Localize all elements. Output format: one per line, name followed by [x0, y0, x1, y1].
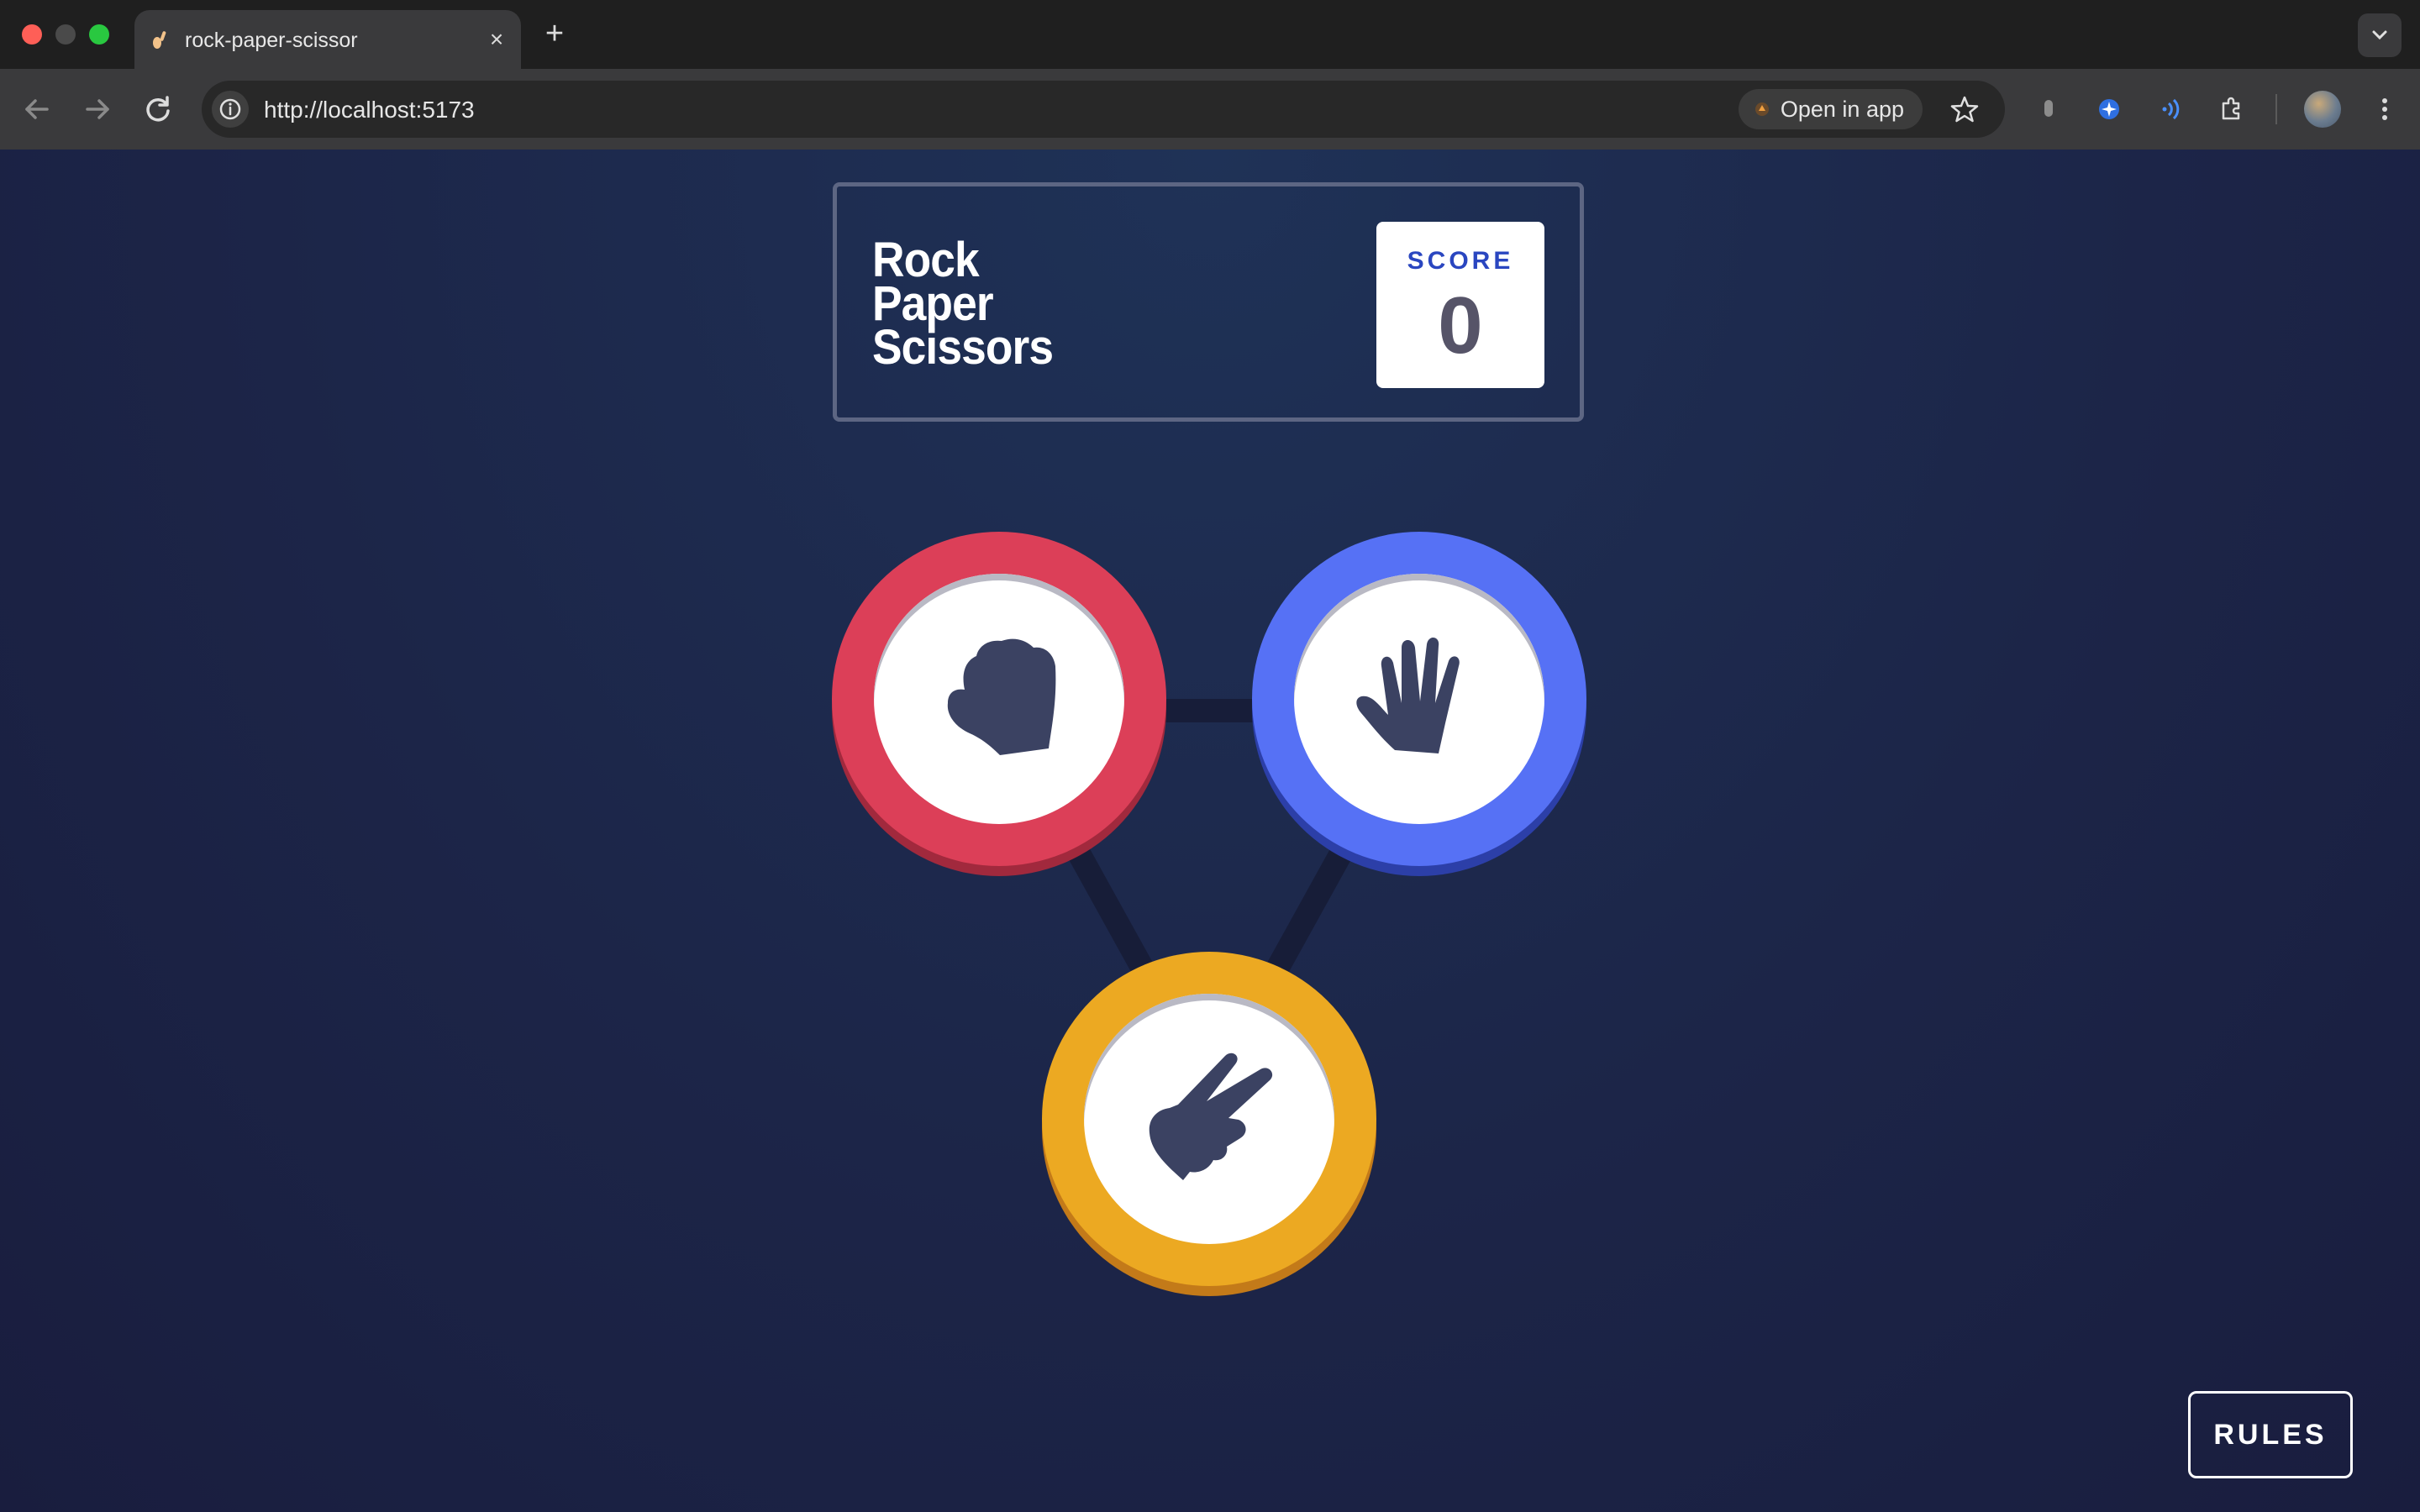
browser-toolbar: http://localhost:5173 Open in app	[0, 69, 2420, 150]
rock-token-button[interactable]	[832, 532, 1166, 866]
app-icon	[1754, 102, 1769, 116]
extension-mouse-icon[interactable]	[2030, 91, 2067, 128]
rules-button[interactable]: RULES	[2188, 1391, 2353, 1478]
favicon-icon	[153, 31, 166, 49]
extension-audio-icon[interactable]	[2153, 91, 2190, 128]
close-tab-icon[interactable]: ×	[484, 27, 509, 52]
back-arrow-icon[interactable]	[17, 89, 57, 129]
forward-arrow-icon[interactable]	[77, 89, 118, 129]
more-menu-icon[interactable]	[2366, 91, 2403, 128]
site-info-icon[interactable]	[212, 91, 249, 128]
toolbar-divider	[2275, 94, 2277, 124]
browser-tab-bar: rock-paper-scissor × +	[0, 0, 2420, 69]
fist-icon	[947, 638, 1056, 755]
tab-search-button[interactable]	[2358, 13, 2402, 57]
triangle-background	[989, 699, 1432, 1102]
address-bar[interactable]: http://localhost:5173 Open in app	[202, 81, 2005, 138]
open-hand-icon	[1356, 637, 1460, 753]
open-in-app-label: Open in app	[1780, 97, 1904, 122]
open-in-app-button[interactable]: Open in app	[1738, 89, 1923, 129]
scissors-token-button[interactable]	[1042, 952, 1376, 1286]
browser-tab[interactable]: rock-paper-scissor ×	[134, 10, 521, 69]
window-minimize-button[interactable]	[55, 24, 76, 45]
window-maximize-button[interactable]	[89, 24, 109, 45]
scissors-hand-icon	[1149, 1053, 1273, 1180]
tab-title: rock-paper-scissor	[185, 29, 358, 52]
extension-shield-icon[interactable]	[2091, 91, 2128, 128]
extensions-puzzle-icon[interactable]	[2213, 91, 2250, 128]
profile-avatar[interactable]	[2304, 91, 2341, 128]
game-page: Rock Paper Scissors SCORE 0 RULES	[0, 150, 2420, 1512]
url-text: http://localhost:5173	[264, 97, 475, 123]
new-tab-button[interactable]: +	[538, 17, 571, 50]
paper-token-button[interactable]	[1252, 532, 1586, 866]
reload-icon[interactable]	[138, 89, 178, 129]
chevron-down-icon	[2372, 30, 2387, 40]
bookmark-star-icon[interactable]	[1946, 91, 1983, 128]
window-close-button[interactable]	[22, 24, 42, 45]
